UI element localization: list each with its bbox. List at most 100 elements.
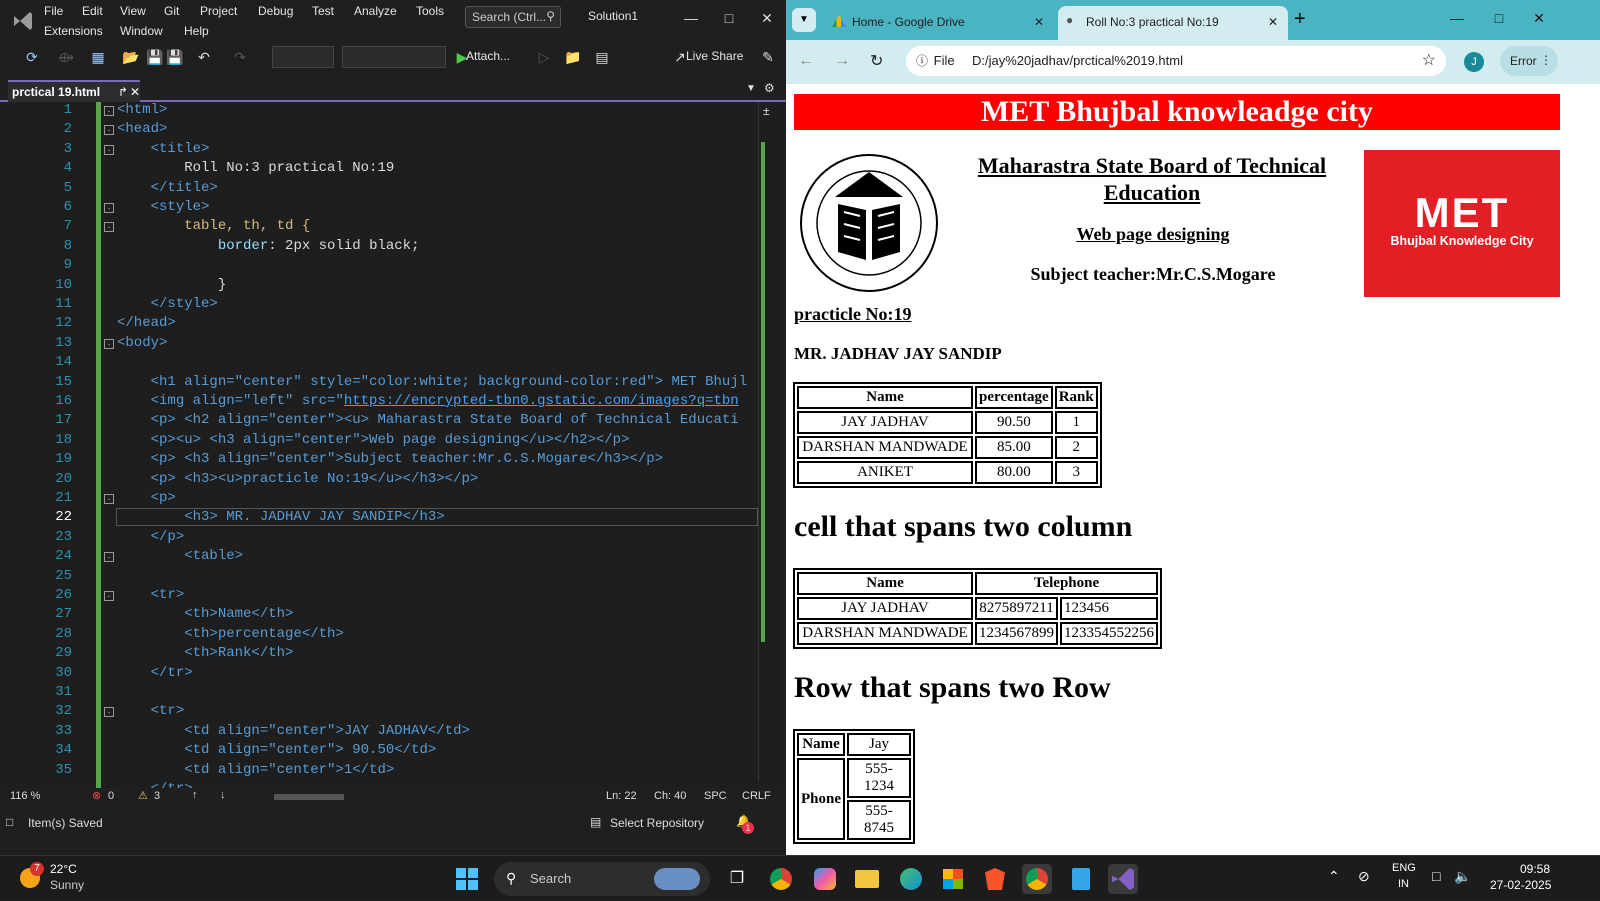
tab-google-drive[interactable]: Home - Google Drive ✕ — [824, 6, 1054, 40]
close-tab-icon[interactable]: ✕ — [1034, 15, 1044, 29]
fold-toggle-icon[interactable]: - — [104, 106, 114, 116]
chevron-up-icon[interactable]: ⌃ — [1328, 868, 1340, 885]
code-line[interactable]: <th>percentage</th> — [117, 626, 344, 642]
tab-dropdown-icon[interactable]: ▼ — [746, 83, 756, 94]
code-line[interactable]: <style> — [117, 199, 210, 215]
code-line[interactable]: <p> <h2 align="center"><u> Maharastra St… — [117, 412, 739, 428]
up-arrow-icon[interactable]: ↑ — [192, 789, 198, 801]
undo-icon[interactable]: ↶ — [196, 49, 212, 65]
folder-icon[interactable]: 📁 — [564, 49, 581, 65]
menu-extensions[interactable]: Extensions — [44, 24, 103, 38]
live-share-button[interactable]: Live Share — [686, 49, 743, 63]
minimize-icon[interactable]: — — [676, 6, 706, 30]
code-line[interactable]: <h1 align="center" style="color:white; b… — [117, 374, 748, 390]
fold-toggle-icon[interactable]: - — [104, 494, 114, 504]
h-scroll-thumb[interactable] — [274, 794, 344, 800]
fold-toggle-icon[interactable]: - — [104, 591, 114, 601]
menu-view[interactable]: View — [120, 4, 146, 18]
close-icon[interactable]: ✕ — [1524, 6, 1554, 30]
menu-project[interactable]: Project — [200, 4, 237, 18]
menu-file[interactable]: File — [44, 4, 63, 18]
code-line[interactable]: <td align="center"> 90.50</td> — [117, 742, 436, 758]
close-tab-icon[interactable]: ✕ — [1268, 15, 1278, 29]
code-line[interactable]: <head> — [117, 121, 167, 137]
file-explorer-icon[interactable] — [852, 864, 882, 894]
code-line[interactable]: <td align="center">JAY JADHAV</td> — [117, 723, 470, 739]
maximize-icon[interactable]: □ — [1484, 6, 1514, 30]
fold-toggle-icon[interactable]: - — [104, 125, 114, 136]
save-all-icon[interactable]: 💾 — [166, 49, 183, 65]
back-icon[interactable]: ← — [798, 52, 814, 70]
code-line[interactable]: <html> — [117, 102, 167, 118]
output-icon[interactable]: □ — [6, 815, 13, 829]
minimize-icon[interactable]: — — [1442, 6, 1472, 30]
menu-test[interactable]: Test — [312, 4, 334, 18]
fold-toggle-icon[interactable]: - — [104, 707, 114, 718]
menu-edit[interactable]: Edit — [82, 4, 103, 18]
tab-search-icon[interactable]: ▼ — [792, 8, 816, 32]
pin-icon[interactable]: ↱ — [118, 85, 128, 99]
chrome-taskbar-icon[interactable] — [766, 864, 796, 894]
code-line[interactable]: </title> — [117, 180, 218, 196]
fold-toggle-icon[interactable]: - — [104, 552, 114, 563]
split-icon[interactable]: ± — [763, 104, 770, 118]
scrollbar-thumb[interactable] — [761, 142, 765, 642]
code-line[interactable]: Roll No:3 practical No:19 — [117, 160, 394, 176]
code-line[interactable]: </head> — [117, 315, 176, 331]
menu-git[interactable]: Git — [164, 4, 179, 18]
bookmark-star-icon[interactable]: ☆ — [1422, 50, 1436, 70]
code-line[interactable]: <tr> — [117, 587, 185, 603]
task-view-icon[interactable]: ❐ — [722, 864, 752, 894]
tab-roll-no-3[interactable]: ● Roll No:3 practical No:19 ✕ — [1058, 6, 1288, 40]
brave-icon[interactable] — [980, 864, 1010, 894]
windows-start-icon[interactable] — [452, 864, 482, 894]
network-icon[interactable]: ⊘ — [1358, 868, 1370, 885]
fold-toggle-icon[interactable]: - — [104, 203, 114, 213]
language-line2[interactable]: IN — [1398, 878, 1409, 890]
code-editor[interactable]: 1 2 3 4 5 6 7 8 9 10 11 12 13 14 15 16 17 18 19 20 21 22 23 24 2… — [0, 102, 786, 802]
copilot-icon[interactable] — [810, 864, 840, 894]
redo-icon[interactable]: ↷ — [232, 49, 248, 65]
menu-window[interactable]: Window — [120, 24, 163, 38]
code-line[interactable]: <p><u> <h3 align="center">Web page desig… — [117, 432, 630, 448]
notepad-icon[interactable] — [1066, 864, 1096, 894]
vertical-scrollbar[interactable]: ± — [758, 102, 776, 782]
close-tab-icon[interactable]: ✕ — [130, 85, 140, 99]
run-icon[interactable]: ▷ — [536, 49, 552, 65]
attach-button[interactable]: Attach... — [466, 49, 510, 63]
code-line[interactable]: <td align="center">1</td> — [117, 762, 394, 778]
error-button[interactable]: Error ⋮ — [1500, 46, 1558, 76]
code-line[interactable]: <th>Rank</th> — [117, 645, 293, 661]
menu-tools[interactable]: Tools — [416, 4, 444, 18]
code-line[interactable]: </tr> — [117, 665, 193, 681]
line-indicator[interactable]: Ln: 22 — [606, 790, 637, 802]
code-line[interactable]: border: 2px solid black; — [117, 238, 420, 254]
volume-icon[interactable]: 🔈 — [1454, 868, 1471, 885]
profile-avatar[interactable]: J — [1464, 52, 1484, 72]
forward-icon[interactable]: → — [834, 52, 850, 70]
code-line[interactable]: <title> — [117, 141, 210, 157]
code-line[interactable]: <table> — [117, 548, 243, 564]
code-line[interactable]: <p> <h3 align="center">Subject teacher:M… — [117, 451, 663, 467]
code-line[interactable]: <body> — [117, 335, 167, 351]
fold-toggle-icon[interactable]: - — [104, 338, 114, 349]
open-folder-icon[interactable]: 📂 — [122, 49, 139, 65]
edge-icon[interactable] — [896, 864, 926, 894]
zoom-level[interactable]: 116 % — [10, 790, 40, 802]
back-icon[interactable]: ⟳ — [24, 49, 40, 65]
tab-prctical-19-html[interactable]: prctical 19.html ↱ ✕ — [8, 80, 140, 102]
code-line[interactable]: </p> — [117, 529, 185, 545]
spacing-indicator[interactable]: SPC — [704, 790, 727, 802]
close-icon[interactable]: ✕ — [752, 6, 782, 30]
fold-toggle-icon[interactable]: - — [104, 222, 114, 233]
address-bar[interactable]: ⓘ File D:/jay%20jadhav/prctical%2019.htm… — [906, 46, 1446, 76]
language-line1[interactable]: ENG — [1392, 862, 1416, 874]
visual-studio-taskbar-icon[interactable] — [1108, 864, 1138, 894]
menu-debug[interactable]: Debug — [258, 4, 293, 18]
horizontal-scrollbar[interactable] — [262, 792, 582, 802]
clock-date[interactable]: 27-02-2025 — [1490, 878, 1551, 892]
code-line[interactable]: <th>Name</th> — [117, 606, 293, 622]
menu-analyze[interactable]: Analyze — [354, 4, 397, 18]
current-code-line[interactable]: <h3> MR. JADHAV JAY SANDIP</h3> — [116, 508, 758, 527]
new-tab-icon[interactable]: + — [1294, 8, 1306, 31]
